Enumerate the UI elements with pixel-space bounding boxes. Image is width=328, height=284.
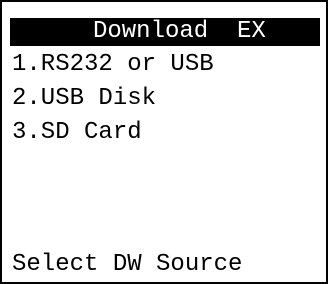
screen-title: Download EX	[10, 18, 320, 46]
menu-item-rs232-usb[interactable]: 1.RS232 or USB	[12, 48, 214, 82]
status-prompt: Select DW Source	[12, 251, 243, 278]
menu-item-sd-card[interactable]: 3.SD Card	[12, 116, 214, 150]
menu-item-usb-disk[interactable]: 2.USB Disk	[12, 82, 214, 116]
download-source-menu: 1.RS232 or USB 2.USB Disk 3.SD Card	[12, 48, 214, 150]
device-screen: Download EX 1.RS232 or USB 2.USB Disk 3.…	[0, 0, 328, 284]
